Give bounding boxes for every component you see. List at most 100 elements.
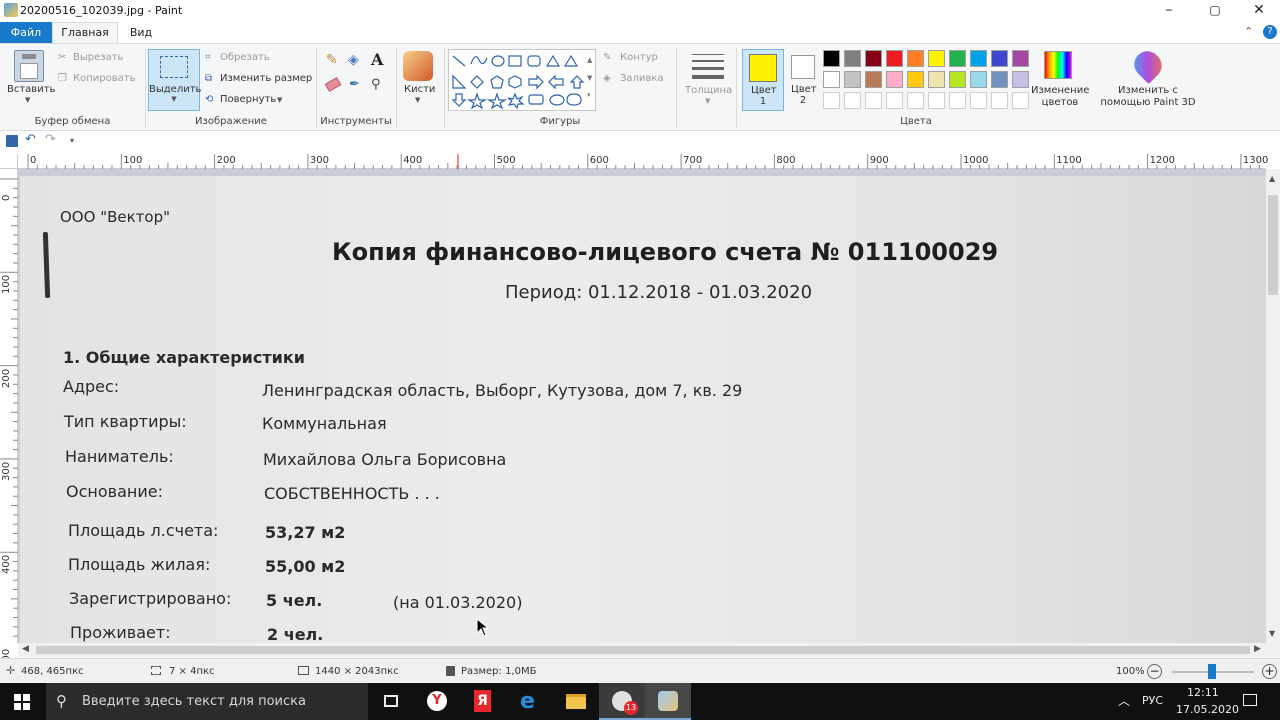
scroll-left-icon[interactable]: ◀ [22,644,29,654]
horizontal-scroll-thumb[interactable] [36,646,1250,654]
palette-swatch[interactable] [949,92,966,109]
palette-swatch[interactable] [865,71,882,88]
customize-qat-icon[interactable]: ▾ [70,136,74,145]
edit-colors-button[interactable]: Изменение цветов [1031,85,1089,109]
palette-swatch[interactable] [907,50,924,67]
palette-swatch[interactable] [823,50,840,67]
vertical-scroll-thumb[interactable] [1268,195,1278,295]
brushes-dropdown-icon[interactable]: ▼ [415,96,420,104]
palette-swatch[interactable] [886,50,903,67]
palette-swatch[interactable] [865,92,882,109]
cut-button[interactable]: Вырезать [73,52,123,63]
paste-dropdown-icon[interactable]: ▼ [25,96,30,104]
brushes-button[interactable]: Кисти [404,84,435,95]
tray-chevron-icon[interactable]: ︿ [1118,692,1130,709]
paint3d-button[interactable]: Изменить с помощью Paint 3D [1098,85,1198,109]
paint3d-icon[interactable] [1128,45,1168,85]
scroll-up-icon[interactable]: ▲ [1269,174,1275,183]
palette-swatch[interactable] [970,50,987,67]
palette-swatch[interactable] [1012,92,1029,109]
palette-swatch[interactable] [844,71,861,88]
eraser-icon[interactable] [324,77,342,92]
palette-swatch[interactable] [928,50,945,67]
text-tool-icon[interactable]: A [371,50,383,69]
paint-app-icon[interactable] [4,3,18,17]
shapes-gallery[interactable] [448,49,596,111]
palette-swatch[interactable] [991,71,1008,88]
color2-button[interactable]: Цвет 2 [788,49,818,111]
palette-swatch[interactable] [844,50,861,67]
task-view-icon[interactable] [368,683,414,720]
mail-app-icon[interactable]: 13 [599,683,645,720]
palette-swatch[interactable] [949,50,966,67]
shapes-more-icon[interactable]: ▾ [587,91,591,99]
minimize-button[interactable]: – [1146,0,1192,22]
size-lines-icon[interactable] [692,54,724,79]
paste-button[interactable]: Вставить [7,84,55,95]
magnifier-icon[interactable]: ⚲ [371,77,381,92]
clock-time[interactable]: 12:11 [1187,686,1219,699]
shapes-scroll-up-icon[interactable]: ▲ [587,56,592,64]
zoom-slider-thumb[interactable] [1208,664,1216,679]
yandex-icon[interactable]: Я [460,683,506,720]
copy-button[interactable]: Копировать [73,73,135,84]
resize-button[interactable]: Изменить размер [220,73,312,84]
palette-swatch[interactable] [865,50,882,67]
maximize-button[interactable]: ▢ [1192,0,1238,22]
palette-swatch[interactable] [928,92,945,109]
size-dropdown-icon[interactable]: ▼ [705,97,710,105]
palette-swatch[interactable] [991,50,1008,67]
edge-icon[interactable]: e [507,683,553,720]
language-indicator[interactable]: РУС [1142,694,1163,707]
vertical-scrollbar[interactable]: ▲ ▼ [1266,169,1280,643]
palette-swatch[interactable] [907,71,924,88]
palette-swatch[interactable] [1012,71,1029,88]
rotate-dropdown-icon[interactable]: ▼ [277,96,282,104]
clock-date[interactable]: 17.05.2020 [1176,703,1239,716]
file-explorer-icon[interactable] [553,683,599,720]
edit-colors-icon[interactable] [1044,51,1072,79]
save-icon[interactable] [6,135,18,147]
zoom-out-button[interactable]: − [1147,664,1162,679]
scroll-right-icon[interactable]: ▶ [1254,644,1261,654]
brush-icon[interactable] [403,51,433,81]
select-button[interactable]: Выделить ▼ [148,49,201,111]
fill-bucket-icon[interactable]: ◈ [348,52,359,68]
outline-button[interactable]: Контур [620,52,658,63]
palette-swatch[interactable] [991,92,1008,109]
paint-taskbar-icon[interactable] [645,683,691,720]
rotate-button[interactable]: Повернуть [220,94,276,105]
tab-view[interactable]: Вид [118,22,164,43]
windows-start-icon[interactable] [14,694,30,710]
image-canvas[interactable]: ООО "Вектор" Копия финансово-лицевого сч… [20,176,1266,643]
size-button[interactable]: Толщина [685,85,732,96]
taskbar-search-input[interactable]: Введите здесь текст для поиска [46,683,368,720]
crop-button[interactable]: Обрезать [220,52,270,63]
shapes-scroll-down-icon[interactable]: ▼ [587,74,592,82]
undo-icon[interactable]: ↶ [25,132,36,147]
zoom-in-button[interactable]: + [1262,664,1277,679]
yandex-browser-icon[interactable]: Y [414,683,460,720]
palette-swatch[interactable] [886,92,903,109]
color1-button[interactable]: Цвет 1 [742,49,784,111]
horizontal-scrollbar[interactable]: ◀ ▶ [18,643,1266,657]
palette-swatch[interactable] [1012,50,1029,67]
fill-button[interactable]: Заливка [620,73,664,84]
close-button[interactable]: ✕ [1236,0,1280,22]
palette-swatch[interactable] [970,71,987,88]
palette-swatch[interactable] [844,92,861,109]
scroll-down-icon[interactable]: ▼ [1269,629,1275,638]
palette-swatch[interactable] [823,92,840,109]
shapes-icons[interactable] [449,50,595,110]
palette-swatch[interactable] [886,71,903,88]
palette-swatch[interactable] [928,71,945,88]
palette-swatch[interactable] [823,71,840,88]
collapse-ribbon-icon[interactable]: ⌃ [1244,25,1253,38]
tab-home[interactable]: Главная [52,22,118,43]
notifications-icon[interactable] [1243,694,1257,706]
color-picker-icon[interactable]: ✒ [349,77,360,92]
tab-file[interactable]: Файл [0,22,52,43]
palette-swatch[interactable] [949,71,966,88]
pencil-icon[interactable]: ✎ [326,52,338,68]
palette-swatch[interactable] [970,92,987,109]
